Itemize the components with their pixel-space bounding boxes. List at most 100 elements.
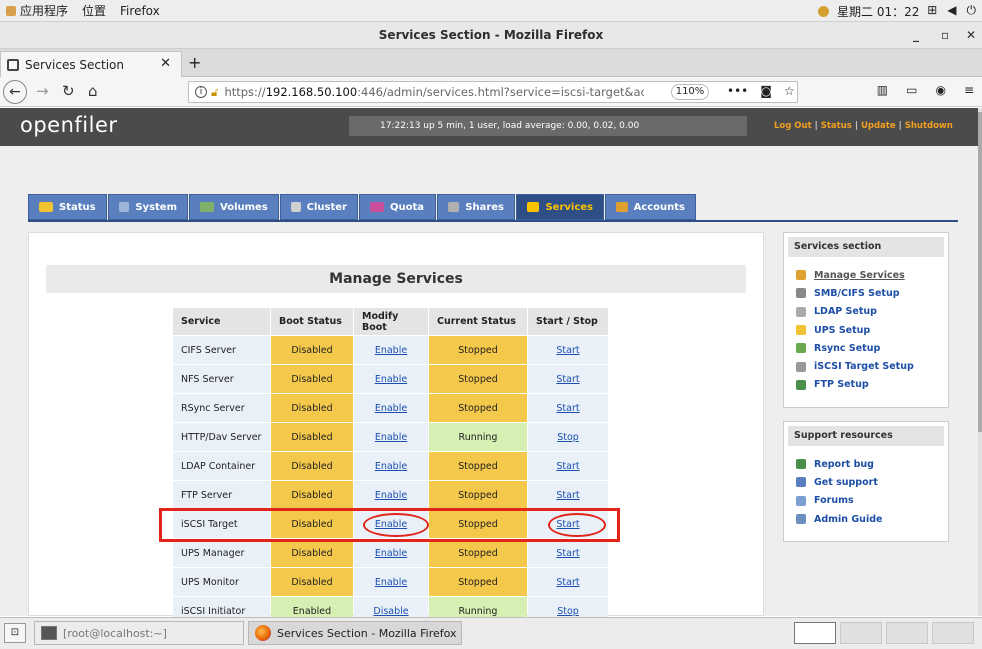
start-stop-link[interactable]: Start — [556, 490, 579, 501]
sidebar-link[interactable]: Admin Guide — [796, 510, 948, 528]
sidebar-link[interactable]: UPS Setup — [796, 321, 948, 339]
clock[interactable]: 星期二 01：22 — [818, 3, 919, 20]
modify-boot-cell: Enable — [354, 336, 428, 364]
applications-menu[interactable]: 应用程序 — [0, 2, 68, 19]
tab-shares[interactable]: Shares — [437, 194, 515, 220]
sidebar-link[interactable]: Report bug — [796, 455, 948, 473]
show-desktop-button[interactable]: ⊡ — [4, 623, 26, 643]
system-icon — [119, 202, 130, 212]
boot-status: Disabled — [271, 568, 353, 596]
workspace-4[interactable] — [932, 622, 974, 644]
maximize-button[interactable]: ▫ — [941, 22, 949, 49]
status-icon — [39, 202, 53, 212]
start-stop-link[interactable]: Stop — [557, 606, 579, 617]
sidebar-link[interactable]: Rsync Setup — [796, 339, 948, 357]
extensions-icon[interactable]: ◉ — [935, 83, 945, 97]
sidebar-link[interactable]: Manage Services — [796, 266, 948, 284]
modify-boot-link[interactable]: Enable — [375, 490, 407, 501]
start-stop-link[interactable]: Stop — [557, 432, 579, 443]
tab-services[interactable]: Services — [516, 194, 604, 220]
status-link[interactable]: Status — [821, 121, 852, 131]
boot-status: Disabled — [271, 481, 353, 509]
weather-icon — [818, 6, 829, 17]
workspace-1[interactable] — [794, 622, 836, 644]
shutdown-link[interactable]: Shutdown — [905, 121, 953, 131]
new-tab-button[interactable]: + — [188, 53, 201, 72]
service-name: CIFS Server — [173, 336, 270, 364]
highlight-oval-enable — [363, 513, 429, 537]
tab-volumes[interactable]: Volumes — [189, 194, 279, 220]
taskbar-terminal[interactable]: [root@localhost:~] — [34, 621, 244, 645]
sidebar-icon[interactable]: ▭ — [906, 83, 917, 97]
start-stop-link[interactable]: Start — [556, 374, 579, 385]
terminal-icon — [41, 626, 57, 640]
sidebar-link-icon — [796, 495, 806, 506]
table-row: NFS Server Disabled Enable Stopped Start — [173, 365, 608, 393]
hamburger-menu-icon[interactable]: ≡ — [964, 83, 974, 97]
url-bar[interactable]: i 🔓︎ https://192.168.50.100:446/admin/se… — [188, 81, 798, 103]
sidebar-link[interactable]: Forums — [796, 492, 948, 510]
boot-status: Disabled — [271, 452, 353, 480]
navigation-toolbar: ← → ↻ ⌂ i 🔓︎ https://192.168.50.100:446/… — [0, 77, 982, 107]
workspace-2[interactable] — [840, 622, 882, 644]
tab-system[interactable]: System — [108, 194, 188, 220]
sidebar-link[interactable]: LDAP Setup — [796, 303, 948, 321]
pocket-icon[interactable]: ◙ — [760, 84, 772, 98]
modify-boot-link[interactable]: Enable — [375, 403, 407, 414]
taskbar-firefox[interactable]: Services Section - Mozilla Firefox — [248, 621, 462, 645]
modify-boot-link[interactable]: Enable — [375, 577, 407, 588]
workspace-3[interactable] — [886, 622, 928, 644]
tab-underline — [28, 220, 958, 222]
start-stop-link[interactable]: Start — [556, 548, 579, 559]
minimize-button[interactable]: _ — [913, 22, 919, 49]
boot-status: Disabled — [271, 394, 353, 422]
sidebar-link-label: FTP Setup — [814, 379, 869, 391]
close-window-button[interactable]: ✕ — [966, 22, 976, 49]
modify-boot-link[interactable]: Enable — [375, 461, 407, 472]
tab-accounts[interactable]: Accounts — [605, 194, 696, 220]
home-button[interactable]: ⌂ — [88, 82, 98, 100]
forward-button[interactable]: → — [36, 82, 49, 100]
modify-boot-link[interactable]: Enable — [375, 374, 407, 385]
sidebar-link[interactable]: Get support — [796, 473, 948, 491]
tab-status[interactable]: Status — [28, 194, 107, 220]
window-title: Services Section - Mozilla Firefox — [378, 28, 604, 42]
header-links: Log Out | Status | Update | Shutdown — [774, 121, 953, 131]
start-stop-link[interactable]: Start — [556, 403, 579, 414]
sidebar-link[interactable]: iSCSI Target Setup — [796, 357, 948, 375]
boot-status: Disabled — [271, 365, 353, 393]
insecure-lock-icon[interactable]: 🔓︎ — [211, 85, 218, 100]
sidebar-link[interactable]: SMB/CIFS Setup — [796, 284, 948, 302]
tab-cluster[interactable]: Cluster — [280, 194, 358, 220]
close-tab-icon[interactable]: ✕ — [160, 56, 171, 71]
zoom-indicator[interactable]: 110% — [671, 84, 709, 100]
modify-boot-link[interactable]: Enable — [375, 345, 407, 356]
start-stop-link[interactable]: Start — [556, 461, 579, 472]
column-header: Current Status — [429, 308, 527, 335]
reload-button[interactable]: ↻ — [62, 82, 75, 100]
start-stop-link[interactable]: Start — [556, 345, 579, 356]
back-button[interactable]: ← — [3, 80, 27, 104]
sidebar-link-label: Forums — [814, 495, 854, 507]
modify-boot-link[interactable]: Enable — [375, 548, 407, 559]
tab-quota[interactable]: Quota — [359, 194, 436, 220]
tab-label: Shares — [465, 201, 504, 213]
system-tray[interactable]: ⊞ ◀ ⏻ — [927, 3, 976, 18]
openfiler-logo[interactable]: openfiler — [20, 113, 118, 137]
tab-label: System — [135, 201, 177, 213]
firefox-app-menu[interactable]: Firefox — [120, 4, 160, 18]
site-info-icon[interactable]: i — [195, 86, 207, 98]
update-link[interactable]: Update — [861, 121, 896, 131]
bookmark-star-icon[interactable]: ☆ — [784, 84, 795, 98]
places-menu[interactable]: 位置 — [82, 2, 106, 19]
sidebar-link[interactable]: FTP Setup — [796, 376, 948, 394]
browser-tab[interactable]: Services Section ✕ — [0, 51, 182, 77]
logout-link[interactable]: Log Out — [774, 121, 812, 131]
scrollbar-thumb[interactable] — [978, 112, 982, 432]
start-stop-link[interactable]: Start — [556, 577, 579, 588]
modify-boot-link[interactable]: Enable — [375, 432, 407, 443]
url-text[interactable]: https://192.168.50.100:446/admin/service… — [224, 85, 644, 99]
library-icon[interactable]: ▥ — [877, 83, 888, 97]
modify-boot-link[interactable]: Disable — [373, 606, 408, 617]
page-actions-icon[interactable]: ••• — [727, 84, 748, 98]
